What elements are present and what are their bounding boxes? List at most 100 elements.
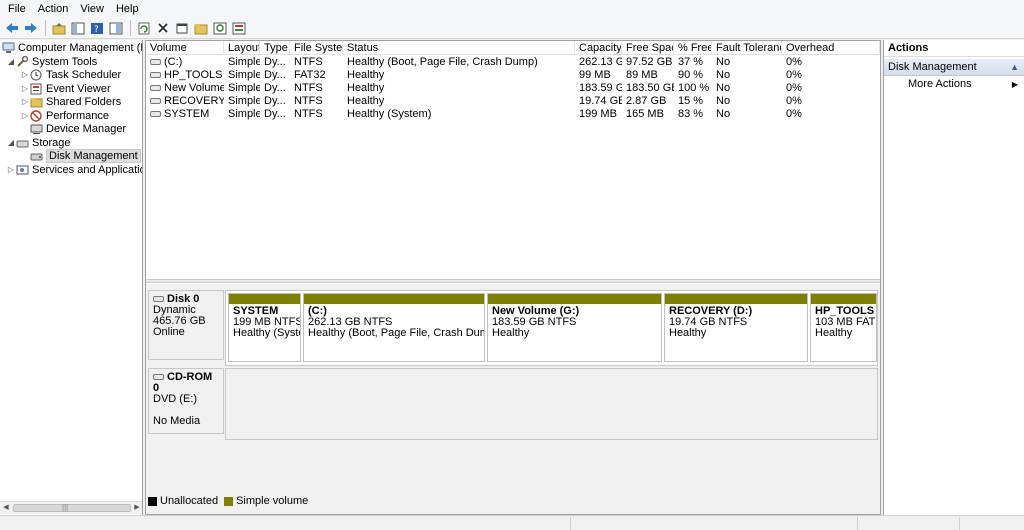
rescan-icon[interactable] [211,19,229,37]
disk-icon [30,150,43,162]
delete-icon[interactable] [154,19,172,37]
refresh-icon[interactable] [135,19,153,37]
cell-free-space: 2.87 GB [626,95,667,107]
action-more-actions[interactable]: More Actions ▶ [884,76,1024,93]
expand-arrow-icon[interactable]: ▷ [20,70,30,79]
expand-arrow-icon[interactable]: ▷ [20,97,30,106]
table-row[interactable]: (C:) Simple Dy... NTFS Healthy (Boot, Pa… [146,56,880,69]
partition-d[interactable]: RECOVERY (D:) 19.74 GB NTFS Healthy [664,293,808,362]
scrollbar-grip-icon: ||| [62,503,69,512]
services-icon [16,164,29,176]
column-header-layout[interactable]: Layout [224,41,260,55]
cell-file-system: NTFS [294,95,323,107]
legend-label-simple-volume: Simple volume [236,495,309,507]
column-header-file-system[interactable]: File System [290,41,343,55]
view-icon[interactable] [230,19,248,37]
partition-g[interactable]: New Volume (G:) 183.59 GB NTFS Healthy [487,293,662,362]
menu-help[interactable]: Help [110,0,145,18]
volume-icon [150,98,161,105]
actions-section-disk-management[interactable]: Disk Management ▲ [884,59,1024,76]
tree-item-performance[interactable]: ▷ Performance [20,109,109,122]
tree-item-system-tools[interactable]: ◢ System Tools [6,55,97,68]
help-icon[interactable]: ? [88,19,106,37]
cell-type: Dy... [264,56,286,68]
menu-view[interactable]: View [74,0,110,18]
legend: Unallocated Simple volume [148,494,308,508]
tree-horizontal-scrollbar[interactable]: ◀ ||| ▶ [0,501,142,514]
tree-item-disk-management[interactable]: Disk Management [30,148,141,163]
console-view-icon[interactable] [107,19,125,37]
tree-item-computer-management[interactable]: Computer Management (Local [2,41,142,54]
cdrom-state: No Media [153,415,201,427]
menu-bar: File Action View Help [0,0,1024,18]
menu-action[interactable]: Action [32,0,75,18]
column-header-fault-tolerance[interactable]: Fault Tolerance [712,41,782,55]
cdrom-type: DVD (E:) [153,393,197,405]
tree-item-task-scheduler[interactable]: ▷ Task Scheduler [20,68,121,81]
tree-item-services-and-applications[interactable]: ▷ Services and Applications [6,163,142,176]
cdrom-0-label[interactable]: CD-ROM 0 DVD (E:) No Media [148,368,224,434]
column-header-free-space[interactable]: Free Space [622,41,674,55]
tree-item-label: System Tools [32,55,98,68]
expand-arrow-icon[interactable]: ▷ [6,165,16,174]
partition-status: Healthy (Boot, Page File, Crash Dump) [308,327,484,339]
volume-icon [150,59,161,66]
partition-f[interactable]: HP_TOOLS (F: 103 MB FAT32 Healthy [810,293,877,362]
up-folder-icon[interactable] [50,19,68,37]
scroll-left-icon[interactable]: ◀ [0,502,12,514]
disk-state: Online [153,326,185,338]
cell-free-space: 165 MB [626,108,664,120]
table-row[interactable]: New Volume ... Simple Dy... NTFS Healthy… [146,82,880,95]
table-row[interactable]: HP_TOOLS (F:) Simple Dy... FAT32 Healthy… [146,69,880,82]
expand-arrow-icon[interactable]: ▷ [20,84,30,93]
computer-icon [2,42,15,54]
cell-status: Healthy (System) [347,108,432,120]
volume-icon [150,85,161,92]
cell-volume: (C:) [146,56,224,69]
column-header-capacity[interactable]: Capacity [575,41,622,55]
tree-item-device-manager[interactable]: Device Manager [30,122,126,135]
cell-type: Dy... [264,82,286,94]
submenu-arrow-icon: ▶ [1011,80,1018,89]
collapse-arrow-icon[interactable]: ◢ [6,138,16,147]
collapse-up-icon[interactable]: ▲ [1010,59,1019,76]
scrollbar-thumb[interactable] [13,504,131,512]
table-row[interactable]: RECOVERY (D:) Simple Dy... NTFS Healthy … [146,95,880,108]
menu-file[interactable]: File [2,0,32,18]
cell-file-system: NTFS [294,82,323,94]
svg-text:?: ? [94,25,99,35]
column-header-percent-free[interactable]: % Free [674,41,712,55]
partition-c[interactable]: (C:) 262.13 GB NTFS Healthy (Boot, Page … [303,293,485,362]
tree-item-event-viewer[interactable]: ▷ Event Viewer [20,82,111,95]
cell-volume: New Volume ... [146,82,224,95]
cell-percent-free: 100 % [678,82,710,94]
open-icon[interactable] [192,19,210,37]
column-header-overhead[interactable]: Overhead [782,41,880,55]
column-header-status[interactable]: Status [343,41,575,55]
cell-overhead: 0% [786,82,802,94]
partition-status: Healthy [815,327,853,339]
properties-icon[interactable] [173,19,191,37]
cdrom-0-area[interactable] [225,368,878,440]
pane-splitter[interactable] [146,279,880,283]
column-header-type[interactable]: Type [260,41,290,55]
scroll-right-icon[interactable]: ▶ [131,502,142,514]
table-row[interactable]: SYSTEM Simple Dy... NTFS Healthy (System… [146,108,880,121]
tree-item-storage[interactable]: ◢ Storage [6,136,71,149]
cell-percent-free: 15 % [678,95,704,107]
forward-icon[interactable] [22,19,40,37]
volume-name: New Volume ... [164,82,224,94]
actions-pane: Actions Disk Management ▲ More Actions ▶ [883,40,1024,515]
column-header-volume[interactable]: Volume [146,41,224,55]
disk-0-label[interactable]: Disk 0 Dynamic 465.76 GB Online [148,290,224,360]
partition-system[interactable]: SYSTEM 199 MB NTFS Healthy (System [228,293,301,362]
volume-icon [150,72,161,79]
show-tree-icon[interactable] [69,19,87,37]
back-icon[interactable] [3,19,21,37]
volume-name: (C:) [164,56,183,68]
tree-item-shared-folders[interactable]: ▷ Shared Folders [20,95,121,108]
legend-swatch-simple-volume [224,496,234,506]
collapse-arrow-icon[interactable]: ◢ [6,57,16,66]
expand-arrow-icon[interactable]: ▷ [20,111,30,120]
cell-free-space: 97.52 GB [626,56,673,68]
